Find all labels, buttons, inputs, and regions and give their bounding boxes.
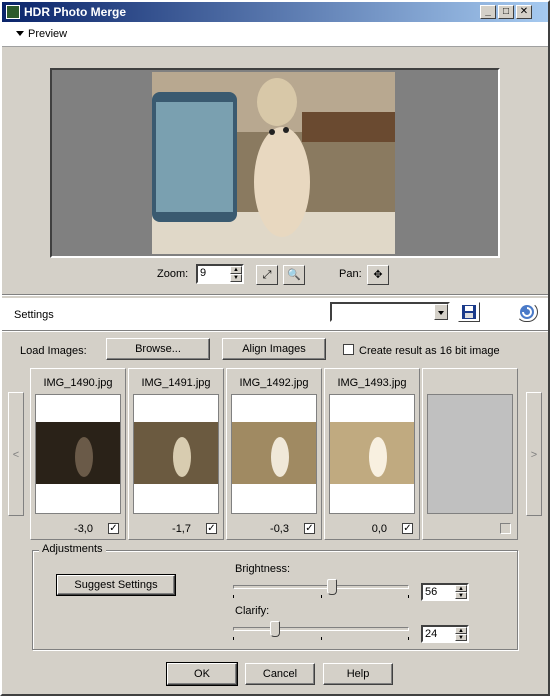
include-checkbox[interactable]: ✓: [402, 523, 413, 534]
app-icon: [6, 5, 20, 19]
adjustments-title: Adjustments: [39, 543, 106, 555]
image-thumbnail[interactable]: [35, 394, 121, 514]
settings-label: Settings: [14, 309, 54, 321]
include-checkbox[interactable]: ✓: [304, 523, 315, 534]
exposure-value: -3,0: [74, 523, 93, 535]
image-name: IMG_1490.jpg: [43, 377, 113, 389]
close-button[interactable]: ✕: [516, 5, 532, 19]
tick: [321, 595, 322, 598]
create-16bit-checkbox[interactable]: [343, 344, 354, 355]
save-preset-button[interactable]: [458, 302, 480, 322]
next-images-button[interactable]: >: [526, 392, 542, 516]
spin-up-icon[interactable]: ▲: [230, 266, 242, 274]
separator: [2, 294, 548, 296]
image-card[interactable]: IMG_1492.jpg -0,3 ✓: [226, 368, 322, 540]
image-card[interactable]: IMG_1493.jpg 0,0 ✓: [324, 368, 420, 540]
brightness-slider-thumb[interactable]: [326, 579, 337, 595]
brightness-spinner[interactable]: 56 ▲ ▼: [421, 583, 469, 601]
reset-button[interactable]: [516, 302, 538, 322]
tick: [233, 637, 234, 640]
pan-label: Pan:: [339, 268, 362, 280]
spin-down-icon[interactable]: ▼: [455, 634, 467, 641]
brightness-label: Brightness:: [235, 563, 291, 575]
spin-up-icon[interactable]: ▲: [455, 585, 467, 592]
ok-button[interactable]: OK: [166, 662, 238, 686]
image-name: IMG_1493.jpg: [337, 377, 407, 389]
clarify-value[interactable]: 24: [425, 628, 437, 640]
title-bar[interactable]: HDR Photo Merge _ □ ✕: [2, 2, 548, 22]
preview-label: Preview: [28, 28, 68, 40]
clarify-slider-thumb[interactable]: [270, 621, 281, 637]
zoom-label: Zoom:: [157, 268, 189, 280]
prev-images-button[interactable]: <: [8, 392, 24, 516]
thumbnail-photo: [330, 422, 414, 484]
window-title: HDR Photo Merge: [24, 5, 126, 19]
spin-down-icon[interactable]: ▼: [455, 592, 467, 599]
zoom-fit-button[interactable]: ⤢: [256, 265, 278, 285]
maximize-button[interactable]: □: [498, 5, 514, 19]
image-card[interactable]: IMG_1490.jpg -3,0 ✓: [30, 368, 126, 540]
dropdown-arrow-icon[interactable]: [434, 304, 448, 320]
minimize-button[interactable]: _: [480, 5, 496, 19]
spin-down-icon[interactable]: ▼: [230, 274, 242, 282]
tick: [321, 637, 322, 640]
thumbnail-photo: [232, 422, 316, 484]
image-thumbnail[interactable]: [133, 394, 219, 514]
preview-area[interactable]: [50, 68, 500, 258]
suggest-settings-button[interactable]: Suggest Settings: [56, 574, 176, 596]
preview-photo: [152, 72, 395, 254]
include-checkbox[interactable]: ✓: [108, 523, 119, 534]
exposure-value: 0,0: [371, 523, 387, 535]
tick: [233, 595, 234, 598]
tick: [408, 595, 409, 598]
thumbnail-photo: [36, 422, 120, 484]
brightness-spin-arrows[interactable]: ▲ ▼: [455, 585, 467, 599]
brightness-track[interactable]: [233, 585, 409, 589]
include-checkbox[interactable]: ✓: [206, 523, 217, 534]
clarify-spin-arrows[interactable]: ▲ ▼: [455, 627, 467, 641]
preview-header[interactable]: Preview: [2, 22, 548, 47]
image-strip: IMG_1490.jpg -3,0 ✓ IMG_1491.jpg -1,7 ✓: [30, 368, 520, 544]
cancel-button[interactable]: Cancel: [245, 663, 315, 685]
zoom-value[interactable]: 9: [200, 267, 206, 279]
thumbnail-photo: [134, 422, 218, 484]
exposure-value: -0,3: [270, 523, 289, 535]
preview-image: [152, 72, 395, 254]
align-images-button[interactable]: Align Images: [222, 338, 326, 360]
pan-icon: ✥: [373, 269, 383, 281]
image-card-empty[interactable]: [422, 368, 518, 540]
zoom-actual-button[interactable]: 🔍: [283, 265, 305, 285]
load-images-label: Load Images:: [20, 345, 87, 357]
spin-up-icon[interactable]: ▲: [455, 627, 467, 634]
clarify-track[interactable]: [233, 627, 409, 631]
clarify-label: Clarify:: [235, 605, 270, 617]
brightness-value[interactable]: 56: [425, 586, 437, 598]
collapse-arrow-icon[interactable]: [16, 31, 24, 36]
help-button[interactable]: Help: [323, 663, 393, 685]
image-thumbnail[interactable]: [329, 394, 415, 514]
image-name: IMG_1491.jpg: [141, 377, 211, 389]
save-icon: [462, 305, 476, 319]
zoom-spin-arrows[interactable]: ▲ ▼: [230, 266, 242, 282]
pan-button[interactable]: ✥: [367, 265, 389, 285]
separator: [2, 330, 548, 332]
zoom-spinner[interactable]: 9 ▲ ▼: [196, 264, 244, 284]
tick: [408, 637, 409, 640]
image-name: IMG_1492.jpg: [239, 377, 309, 389]
image-thumbnail[interactable]: [231, 394, 317, 514]
create-16bit-label: Create result as 16 bit image: [359, 345, 500, 357]
preset-combo[interactable]: [330, 302, 450, 322]
image-card[interactable]: IMG_1491.jpg -1,7 ✓: [128, 368, 224, 540]
fit-window-icon: ⤢: [262, 269, 272, 281]
reset-icon: [520, 305, 534, 319]
clarify-spinner[interactable]: 24 ▲ ▼: [421, 625, 469, 643]
include-checkbox: [500, 523, 511, 534]
exposure-value: -1,7: [172, 523, 191, 535]
browse-button[interactable]: Browse...: [106, 338, 210, 360]
adjustments-group: Adjustments Suggest Settings Brightness:…: [32, 543, 518, 650]
hdr-photo-merge-window: HDR Photo Merge _ □ ✕ Preview Zoom: 9 ▲ …: [0, 0, 550, 696]
magnifier-icon: 🔍: [287, 269, 301, 281]
empty-slot: [427, 394, 513, 514]
